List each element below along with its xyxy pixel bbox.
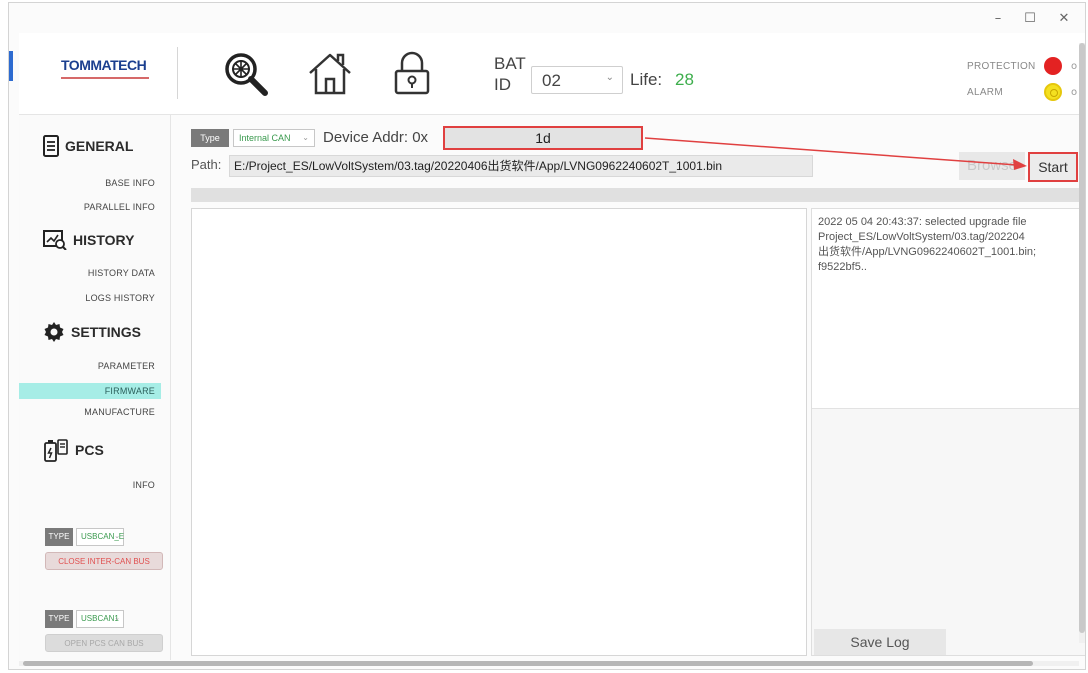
type-tag: TYPE bbox=[45, 528, 73, 546]
type-tag: Type bbox=[191, 129, 229, 147]
scrollbar-thumb[interactable] bbox=[1079, 43, 1085, 633]
inter-can-type-select[interactable]: USBCAN_E ⌄ bbox=[76, 528, 124, 546]
sidebar-item-parallel-info[interactable]: PARALLEL INFO bbox=[19, 199, 161, 215]
path-input[interactable]: E:/Project_ES/LowVoltSystem/03.tag/20220… bbox=[229, 155, 813, 177]
inter-can-type-row: TYPE USBCAN_E ⌄ bbox=[45, 528, 124, 546]
logo-underline bbox=[61, 77, 149, 83]
lock-icon[interactable] bbox=[387, 49, 437, 99]
document-icon bbox=[43, 135, 59, 157]
close-button[interactable]: ✕ bbox=[1053, 11, 1075, 26]
sidebar-item-history-data[interactable]: HISTORY DATA bbox=[19, 265, 161, 281]
sidebar-item-info[interactable]: INFO bbox=[19, 477, 161, 493]
protection-label: PROTECTION bbox=[967, 61, 1036, 72]
tommatech-logo: TOMMATECH bbox=[61, 53, 153, 93]
can-type-select[interactable]: Internal CAN ⌄ bbox=[233, 129, 315, 147]
sidebar-item-parameter[interactable]: PARAMETER bbox=[19, 358, 161, 374]
sidebar-item-manufacture[interactable]: MANUFACTURE bbox=[19, 404, 161, 420]
alarm-indicator-icon bbox=[1044, 83, 1062, 101]
sidebar-section-history[interactable]: HISTORY bbox=[43, 227, 134, 253]
bat-id-value: 02 bbox=[542, 71, 561, 90]
history-chart-icon bbox=[43, 230, 67, 250]
open-pcs-can-bus-button[interactable]: OPEN PCS CAN BUS bbox=[45, 634, 163, 652]
sidebar-item-logs-history[interactable]: LOGS HISTORY bbox=[19, 290, 161, 306]
scrollbar-thumb[interactable] bbox=[23, 661, 1033, 666]
save-log-button[interactable]: Save Log bbox=[814, 629, 946, 655]
pcs-can-type-row: TYPE USBCAN1 ⌄ bbox=[45, 610, 124, 628]
device-addr-label: Device Addr: 0x bbox=[323, 129, 429, 146]
header-separator bbox=[177, 47, 178, 99]
app-window: – ☐ ✕ TOMMATECH BAT ID 02 ⌄ Life: 28 PRO… bbox=[8, 2, 1086, 670]
sidebar-item-base-info[interactable]: BASE INFO bbox=[19, 175, 161, 191]
chevron-down-icon: ⌄ bbox=[114, 533, 120, 540]
sidebar-section-label: HISTORY bbox=[73, 232, 135, 248]
bat-label-line2: ID bbox=[494, 75, 511, 94]
upgrade-work-area bbox=[191, 208, 807, 656]
protection-indicator-icon bbox=[1044, 57, 1062, 75]
sidebar-item-firmware[interactable]: FIRMWARE bbox=[19, 383, 161, 399]
sidebar-section-general[interactable]: GENERAL bbox=[43, 133, 133, 159]
log-text: 2022 05 04 20:43:37: selected upgrade fi… bbox=[818, 216, 1037, 273]
battery-pcs-icon bbox=[44, 439, 68, 462]
window-edge-accent bbox=[9, 51, 13, 81]
protection-tail: o bbox=[1071, 61, 1078, 72]
scan-search-icon[interactable] bbox=[221, 49, 271, 99]
upgrade-progress-bar bbox=[191, 188, 1085, 202]
select-value: USBCAN1 bbox=[81, 614, 119, 623]
chevron-down-icon: ⌄ bbox=[302, 133, 309, 142]
bat-id-label: BAT ID bbox=[494, 53, 526, 95]
sidebar-section-settings[interactable]: SETTINGS bbox=[43, 319, 141, 345]
life-label: Life: bbox=[630, 70, 663, 89]
header-bar: TOMMATECH BAT ID 02 ⌄ Life: 28 PROTECTIO… bbox=[19, 33, 1085, 115]
home-icon[interactable] bbox=[305, 49, 355, 99]
alarm-label: ALARM bbox=[967, 87, 1003, 98]
start-button[interactable]: Start bbox=[1028, 152, 1078, 182]
chevron-down-icon: ⌄ bbox=[114, 615, 120, 622]
alarm-tail: o bbox=[1071, 87, 1078, 98]
maximize-button[interactable]: ☐ bbox=[1019, 11, 1041, 26]
sidebar-section-pcs[interactable]: PCS bbox=[43, 437, 104, 463]
log-panel: 2022 05 04 20:43:37: selected upgrade fi… bbox=[811, 208, 1085, 656]
sidebar-section-label: GENERAL bbox=[65, 138, 134, 154]
path-label: Path: bbox=[191, 157, 222, 172]
logo-text: TOMMATECH bbox=[61, 57, 147, 73]
sidebar-section-label: SETTINGS bbox=[71, 324, 142, 340]
bat-label-line1: BAT bbox=[494, 54, 526, 73]
sidebar-section-label: PCS bbox=[75, 442, 104, 458]
vertical-scrollbar[interactable] bbox=[1079, 43, 1085, 643]
gear-icon bbox=[44, 322, 64, 342]
pcs-can-type-select[interactable]: USBCAN1 ⌄ bbox=[76, 610, 124, 628]
life-value: 28 bbox=[675, 70, 694, 89]
close-inter-can-bus-button[interactable]: CLOSE INTER-CAN BUS bbox=[45, 552, 163, 570]
horizontal-scrollbar[interactable] bbox=[19, 661, 1079, 666]
log-output: 2022 05 04 20:43:37: selected upgrade fi… bbox=[812, 209, 1085, 409]
sidebar: GENERAL BASE INFO PARALLEL INFO HISTORY … bbox=[19, 115, 171, 660]
select-value: Internal CAN bbox=[239, 133, 291, 143]
type-tag: TYPE bbox=[45, 610, 73, 628]
device-addr-input[interactable]: 1d bbox=[443, 126, 643, 150]
minimize-button[interactable]: – bbox=[987, 11, 1009, 26]
chevron-down-icon: ⌄ bbox=[605, 72, 614, 83]
firmware-upgrade-panel: Type Internal CAN ⌄ Device Addr: 0x 1d P… bbox=[179, 115, 1085, 660]
browse-button[interactable]: Browse bbox=[959, 152, 1025, 180]
bat-id-select[interactable]: 02 ⌄ bbox=[531, 66, 623, 94]
